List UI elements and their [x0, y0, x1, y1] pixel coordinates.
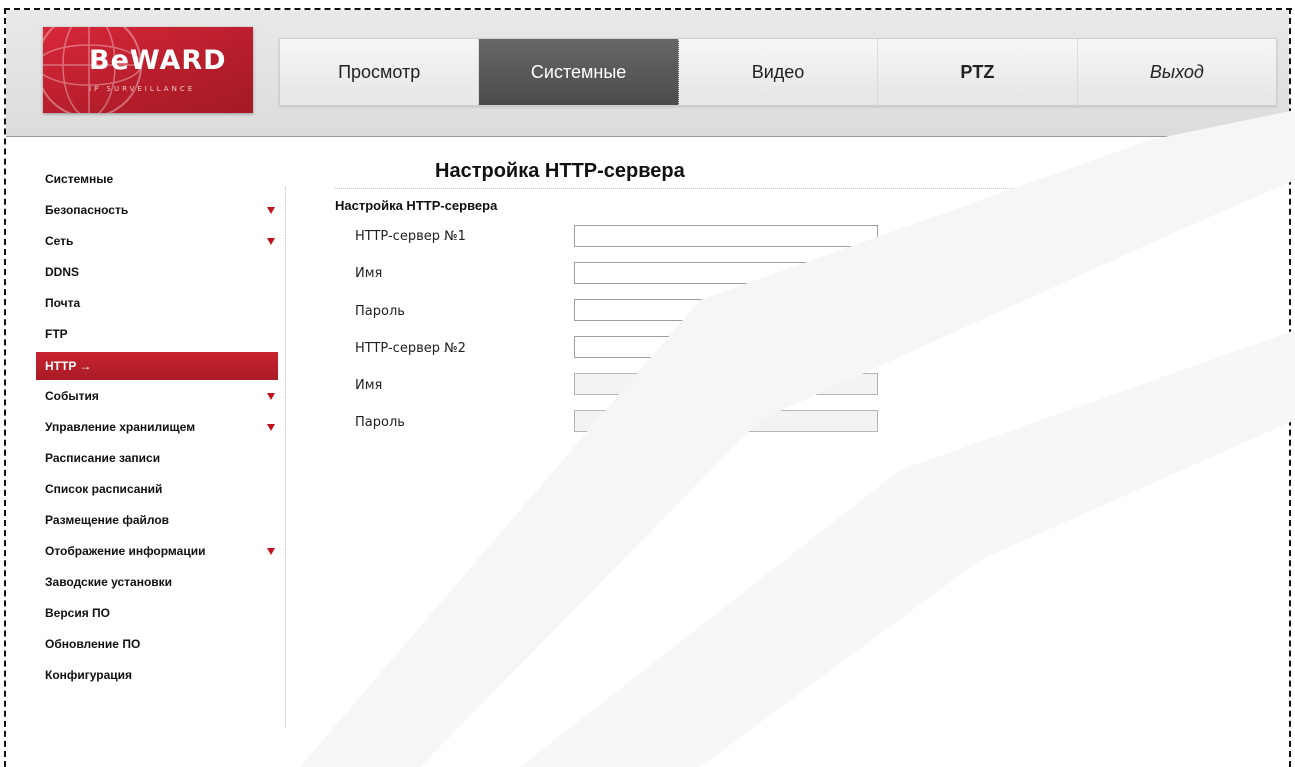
tab-view[interactable]: Просмотр [280, 39, 480, 105]
sidebar-item-label: Размещение файлов [45, 513, 170, 527]
sidebar-item-label: Конфигурация [45, 668, 133, 682]
name-1-input[interactable] [574, 262, 878, 284]
triangle-down-icon [267, 393, 275, 400]
triangle-down-icon [267, 207, 275, 214]
http-server-1-input[interactable] [574, 225, 878, 247]
sidebar-item-firmware-update[interactable]: Обновление ПО [36, 629, 278, 660]
sidebar-item-storage[interactable]: Управление хранилищем [36, 412, 278, 443]
http-server-2-input[interactable] [574, 336, 878, 358]
sidebar-item-schedule-list[interactable]: Список расписаний [36, 474, 278, 505]
sidebar-item-label: Управление хранилищем [45, 420, 196, 434]
sidebar-item-system[interactable]: Системные [36, 164, 278, 195]
sidebar-item-configuration[interactable]: Конфигурация [36, 660, 278, 691]
sidebar-item-label: HTTP → [45, 359, 92, 373]
top-navigation: Просмотр Системные Видео PTZ Выход [279, 38, 1277, 106]
triangle-down-icon [267, 238, 275, 245]
triangle-down-icon [267, 548, 275, 555]
tab-ptz[interactable]: PTZ [878, 39, 1078, 105]
name-2-input[interactable] [574, 373, 878, 395]
sidebar-item-ftp[interactable]: FTP [36, 319, 278, 350]
sidebar-item-label: Заводские установки [45, 575, 173, 589]
sidebar-item-events[interactable]: События [36, 381, 278, 412]
sidebar-item-ddns[interactable]: DDNS [36, 257, 278, 288]
name-1-label: Имя [355, 266, 383, 281]
tab-system[interactable]: Системные [479, 39, 679, 105]
sidebar-item-file-location[interactable]: Размещение файлов [36, 505, 278, 536]
sidebar-item-label: Версия ПО [45, 606, 111, 620]
page-title: Настройка HTTP-сервера [435, 160, 685, 182]
http-server-2-label: HTTP-сервер №2 [355, 341, 466, 356]
sidebar-item-label: DDNS [45, 265, 80, 279]
frame-border-right [1289, 8, 1291, 767]
logo-brand-text: BeWARD [89, 45, 227, 76]
sidebar-item-network[interactable]: Сеть [36, 226, 278, 257]
sidebar-item-label: Список расписаний [45, 482, 163, 496]
sidebar-item-info-display[interactable]: Отображение информации [36, 536, 278, 567]
sidebar-item-factory-defaults[interactable]: Заводские установки [36, 567, 278, 598]
password-1-input[interactable] [574, 299, 878, 321]
sidebar-item-label: Обновление ПО [45, 637, 141, 651]
save-button[interactable]: Сохранить [573, 447, 687, 471]
sidebar-item-mail[interactable]: Почта [36, 288, 278, 319]
logo-tagline: IP SURVEILLANCE [89, 85, 196, 93]
sidebar-item-security[interactable]: Безопасность [36, 195, 278, 226]
title-divider [335, 188, 1040, 189]
sidebar-item-label: Безопасность [45, 203, 129, 217]
sidebar-item-http[interactable]: HTTP → [36, 352, 278, 380]
password-2-input[interactable] [574, 410, 878, 432]
sidebar-item-label: Расписание записи [45, 451, 161, 465]
password-2-label: Пароль [355, 415, 405, 430]
sidebar-item-label: Отображение информации [45, 544, 206, 558]
tab-logout[interactable]: Выход [1078, 39, 1276, 105]
password-1-label: Пароль [355, 304, 405, 319]
sidebar-item-label: Системные [45, 172, 114, 186]
triangle-down-icon [267, 424, 275, 431]
sidebar-item-label: События [45, 389, 99, 403]
header: BeWARD IP SURVEILLANCE Просмотр Системны… [6, 10, 1289, 137]
section-title: Настройка HTTP-сервера [335, 198, 498, 213]
name-2-label: Имя [355, 378, 383, 393]
beward-logo[interactable]: BeWARD IP SURVEILLANCE [43, 27, 253, 113]
sidebar: Системные Безопасность Сеть DDNS Почта F… [36, 164, 278, 691]
http-server-1-label: HTTP-сервер №1 [355, 229, 466, 244]
sidebar-item-label: Почта [45, 296, 81, 310]
sidebar-divider [285, 187, 286, 727]
tab-video[interactable]: Видео [679, 39, 879, 105]
sidebar-item-record-schedule[interactable]: Расписание записи [36, 443, 278, 474]
sidebar-item-firmware-version[interactable]: Версия ПО [36, 598, 278, 629]
sidebar-item-label: Сеть [45, 234, 74, 248]
sidebar-item-label: FTP [45, 327, 68, 341]
